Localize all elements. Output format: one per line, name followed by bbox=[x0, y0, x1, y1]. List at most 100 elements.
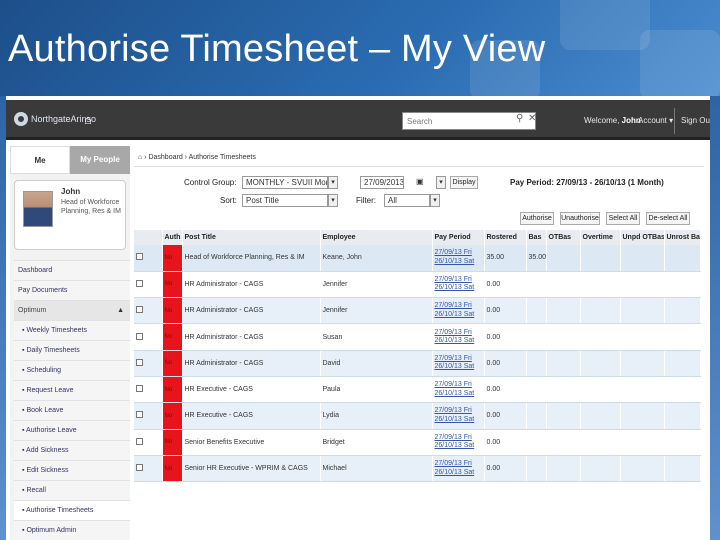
slide-header: Authorise Timesheet – My View bbox=[0, 0, 720, 96]
pay-period-end-link[interactable]: 26/10/13 Sat bbox=[435, 284, 482, 293]
table-row[interactable]: No HR Executive - CAGS Paula 27/09/13 Fri 26… bbox=[134, 376, 701, 404]
employee-cell: David bbox=[320, 350, 433, 377]
sign-out-link[interactable]: Sign Out bbox=[681, 116, 710, 125]
rostered-cell: 0.00 bbox=[484, 429, 527, 456]
auth-status: No bbox=[162, 376, 183, 404]
bas-cell bbox=[526, 429, 547, 456]
sidebar-item-dashboard[interactable]: Dashboard bbox=[14, 260, 130, 280]
table-row[interactable]: No Senior HR Executive - WPRIM & CAGS Mich… bbox=[134, 455, 701, 483]
auth-status: No bbox=[162, 245, 183, 272]
home-icon[interactable]: ⌂ bbox=[84, 112, 92, 127]
pay-period-end-link[interactable]: 26/10/13 Sat bbox=[435, 311, 482, 320]
sidebar-section-optimum[interactable]: Optimum ▲ bbox=[14, 300, 130, 320]
display-button[interactable]: Display bbox=[450, 176, 478, 189]
column-header-unpd-otbas[interactable]: Unpd OTBas bbox=[620, 230, 665, 245]
chevron-down-icon[interactable]: ▾ bbox=[436, 176, 446, 189]
sidebar-item-authorise-timesheets[interactable]: ▪ Authorise Timesheets bbox=[14, 500, 130, 520]
column-header-otbas[interactable]: OTBas bbox=[546, 230, 581, 245]
pay-period-start-link[interactable]: 27/09/13 Fri bbox=[435, 329, 482, 338]
table-row[interactable]: No Senior Benefits Executive Bridget 27/09/… bbox=[134, 429, 701, 456]
column-header-unrost-bas[interactable]: Unrost Bas bbox=[664, 230, 701, 245]
sidebar-item-recall[interactable]: ▪ Recall bbox=[14, 480, 130, 500]
filter-select[interactable]: All bbox=[384, 194, 430, 207]
clear-search-icon[interactable]: ✕ bbox=[528, 113, 536, 124]
row-checkbox[interactable] bbox=[136, 253, 143, 261]
pay-period-start-link[interactable]: 27/09/13 Fri bbox=[435, 434, 482, 443]
date-field[interactable]: 27/09/2013 bbox=[360, 176, 404, 189]
top-bar: NorthgateArinso ⌂ Search ⚲ ✕ Welcome, Jo… bbox=[6, 100, 710, 140]
rostered-cell: 0.00 bbox=[484, 350, 527, 377]
pay-period-start-link[interactable]: 27/09/13 Fri bbox=[435, 302, 482, 311]
deselect-all-button[interactable]: De-select All bbox=[646, 212, 690, 225]
sidebar-item-daily-timesheets[interactable]: ▪ Daily Timesheets bbox=[14, 340, 130, 360]
pay-period-start-link[interactable]: 27/09/13 Fri bbox=[435, 249, 482, 258]
sidebar-item-request-leave[interactable]: ▪ Request Leave bbox=[14, 380, 130, 400]
table-row[interactable]: No HR Administrator - CAGS Susan 27/09/13 F… bbox=[134, 323, 701, 351]
home-icon[interactable]: ⌂ bbox=[138, 154, 142, 161]
row-checkbox[interactable] bbox=[136, 385, 143, 393]
pay-period-end-link[interactable]: 26/10/13 Sat bbox=[435, 416, 482, 425]
sidebar-item-book-leave[interactable]: ▪ Book Leave bbox=[14, 400, 130, 420]
sidebar-item-optimum-admin[interactable]: ▪ Optimum Admin bbox=[14, 520, 130, 540]
sidebar-item-scheduling[interactable]: ▪ Scheduling bbox=[14, 360, 130, 380]
avatar bbox=[23, 191, 53, 227]
sidebar-item-label: Book Leave bbox=[26, 407, 64, 414]
table-row[interactable]: No HR Executive - CAGS Lydia 27/09/13 Fri 26… bbox=[134, 402, 701, 430]
column-header-overtime[interactable]: Overtime bbox=[580, 230, 621, 245]
calendar-icon[interactable]: ▣ bbox=[416, 177, 424, 186]
search-icon[interactable]: ⚲ bbox=[516, 113, 523, 124]
row-checkbox[interactable] bbox=[136, 358, 143, 366]
pay-period-start-link[interactable]: 27/09/13 Fri bbox=[435, 381, 482, 390]
column-header-pay-period[interactable]: Pay Period bbox=[432, 230, 485, 245]
overtime-cell bbox=[580, 245, 621, 272]
sidebar-item-add-sickness[interactable]: ▪ Add Sickness bbox=[14, 440, 130, 460]
otbas-cell bbox=[546, 350, 581, 377]
unauthorise-button[interactable]: Unauthorise bbox=[560, 212, 600, 225]
authorise-button[interactable]: Authorise bbox=[520, 212, 554, 225]
sidebar-item-authorise-leave[interactable]: ▪ Authorise Leave bbox=[14, 420, 130, 440]
pay-period-text: Pay Period: 27/09/13 - 26/10/13 (1 Month… bbox=[510, 178, 664, 187]
chevron-down-icon[interactable]: ▾ bbox=[430, 194, 440, 207]
table-row[interactable]: No Head of Workforce Planning, Res & IM Ke… bbox=[134, 245, 701, 272]
pay-period-end-link[interactable]: 26/10/13 Sat bbox=[435, 363, 482, 372]
row-checkbox[interactable] bbox=[136, 332, 143, 340]
pay-period-start-link[interactable]: 27/09/13 Fri bbox=[435, 407, 482, 416]
row-checkbox[interactable] bbox=[136, 306, 143, 314]
sort-select[interactable]: Post Title bbox=[242, 194, 328, 207]
table-row[interactable]: No HR Administrator - CAGS Jennifer 27/09/1… bbox=[134, 297, 701, 325]
pay-period-end-link[interactable]: 26/10/13 Sat bbox=[435, 258, 482, 267]
pay-period-end-link[interactable]: 26/10/13 Sat bbox=[435, 469, 482, 478]
breadcrumb-dashboard[interactable]: Dashboard bbox=[148, 154, 182, 161]
select-all-button[interactable]: Select All bbox=[606, 212, 640, 225]
column-header-bas[interactable]: Bas bbox=[526, 230, 547, 245]
chevron-down-icon[interactable]: ▾ bbox=[328, 194, 338, 207]
row-checkbox[interactable] bbox=[136, 279, 143, 287]
sidebar-item-weekly-timesheets[interactable]: ▪ Weekly Timesheets bbox=[14, 320, 130, 340]
account-menu[interactable]: Account ▾ bbox=[638, 116, 673, 125]
employee-cell: Susan bbox=[320, 323, 433, 351]
pay-period-start-link[interactable]: 27/09/13 Fri bbox=[435, 355, 482, 364]
pay-period-end-link[interactable]: 26/10/13 Sat bbox=[435, 390, 482, 399]
column-header-post-title[interactable]: Post Title bbox=[182, 230, 321, 245]
column-header-auth[interactable]: Auth bbox=[162, 230, 183, 245]
column-header-rostered[interactable]: Rostered bbox=[484, 230, 527, 245]
post-title-cell: HR Administrator - CAGS bbox=[182, 323, 321, 351]
pay-period-start-link[interactable]: 27/09/13 Fri bbox=[435, 460, 482, 469]
tab-me[interactable]: Me bbox=[10, 146, 70, 174]
tab-my-people[interactable]: My People bbox=[70, 146, 130, 174]
row-checkbox[interactable] bbox=[136, 464, 143, 472]
pay-period-end-link[interactable]: 26/10/13 Sat bbox=[435, 337, 482, 346]
table-row[interactable]: No HR Administrator - CAGS David 27/09/13 F… bbox=[134, 350, 701, 377]
chevron-down-icon[interactable]: ▾ bbox=[328, 176, 338, 189]
otbas-cell bbox=[546, 429, 581, 456]
pay-period-start-link[interactable]: 27/09/13 Fri bbox=[435, 276, 482, 285]
row-checkbox[interactable] bbox=[136, 437, 143, 445]
table-row[interactable]: No HR Administrator - CAGS Jennifer 27/09/1… bbox=[134, 271, 701, 299]
sidebar-item-label: Recall bbox=[26, 487, 46, 494]
column-header-employee[interactable]: Employee bbox=[320, 230, 433, 245]
sidebar-item-edit-sickness[interactable]: ▪ Edit Sickness bbox=[14, 460, 130, 480]
control-group-select[interactable]: MONTHLY - SVUII Month bbox=[242, 176, 328, 189]
row-checkbox[interactable] bbox=[136, 411, 143, 419]
sidebar-item-pay-documents[interactable]: Pay Documents bbox=[14, 280, 130, 300]
pay-period-end-link[interactable]: 26/10/13 Sat bbox=[435, 442, 482, 451]
